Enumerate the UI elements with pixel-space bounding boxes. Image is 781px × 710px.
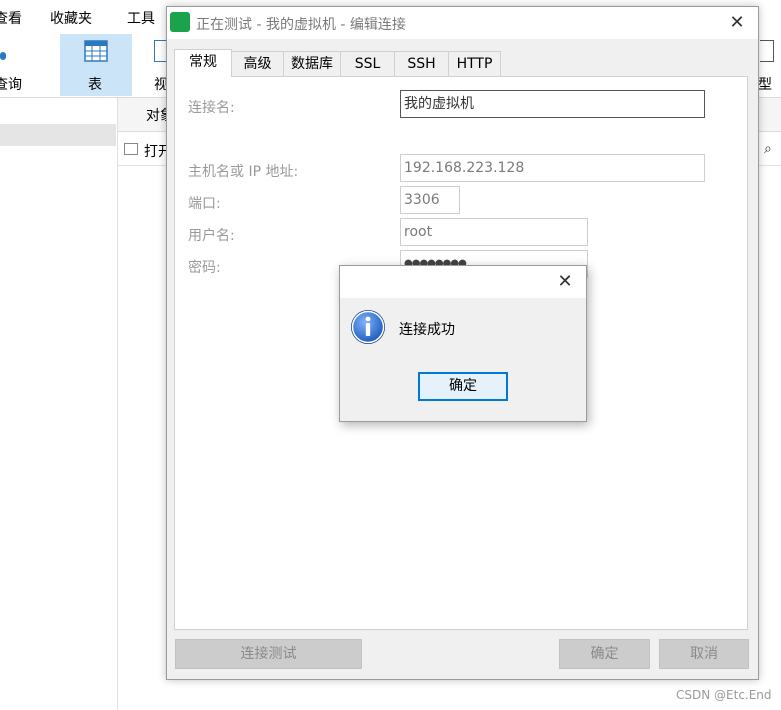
ok-button[interactable]: 确定 xyxy=(559,639,650,669)
cancel-button[interactable]: 取消 xyxy=(659,639,749,669)
password-label: 密码: xyxy=(188,260,221,276)
tab-advanced[interactable]: 高级 xyxy=(231,51,284,76)
test-connection-button[interactable]: 连接测试 xyxy=(175,639,362,669)
tab-ssh[interactable]: SSH xyxy=(394,51,449,76)
connection-name-label: 连接名: xyxy=(188,100,235,116)
host-input[interactable]: 192.168.223.128 xyxy=(400,154,705,182)
tab-general[interactable]: 常规 xyxy=(174,49,232,77)
view-icon xyxy=(154,40,166,62)
table-icon xyxy=(84,40,108,62)
app-dolphin-icon xyxy=(170,12,190,32)
close-icon[interactable]: ✕ xyxy=(554,271,576,293)
dialog-title: 正在测试 - 我的虚拟机 - 编辑连接 xyxy=(196,17,406,33)
ribbon-query-button[interactable]: 查询 xyxy=(0,74,22,94)
username-label: 用户名: xyxy=(188,228,235,244)
nav-selected-item[interactable] xyxy=(0,124,116,146)
messagebox-text: 连接成功 xyxy=(399,322,455,338)
tab-ssl[interactable]: SSL xyxy=(340,51,395,76)
search-icon[interactable]: ⌕ xyxy=(764,141,772,157)
info-icon xyxy=(351,310,385,344)
username-input[interactable]: root xyxy=(400,218,588,246)
navigation-pane xyxy=(0,98,118,710)
connection-name-input[interactable]: 我的虚拟机 xyxy=(400,90,705,118)
menu-tools[interactable]: 工具 xyxy=(127,8,155,28)
ribbon-model-button[interactable]: 型 xyxy=(758,34,781,96)
query-icon xyxy=(0,52,6,60)
watermark: CSDN @Etc.End xyxy=(676,688,772,702)
port-input[interactable]: 3306 xyxy=(400,186,460,214)
tab-http[interactable]: HTTP xyxy=(448,51,501,76)
host-label: 主机名或 IP 地址: xyxy=(188,164,299,180)
open-table-icon xyxy=(124,143,138,155)
menu-view[interactable]: 查看 xyxy=(0,8,22,28)
messagebox-ok-button[interactable]: 确定 xyxy=(418,372,508,401)
ribbon-model-label: 型 xyxy=(758,77,772,93)
ribbon-table-label: 表 xyxy=(88,77,102,93)
model-icon xyxy=(760,40,774,62)
port-label: 端口: xyxy=(188,196,221,212)
messagebox-titlebar xyxy=(340,266,586,298)
close-icon[interactable]: ✕ xyxy=(726,12,748,34)
menu-favorites[interactable]: 收藏夹 xyxy=(50,8,92,28)
tab-database[interactable]: 数据库 xyxy=(283,51,341,76)
